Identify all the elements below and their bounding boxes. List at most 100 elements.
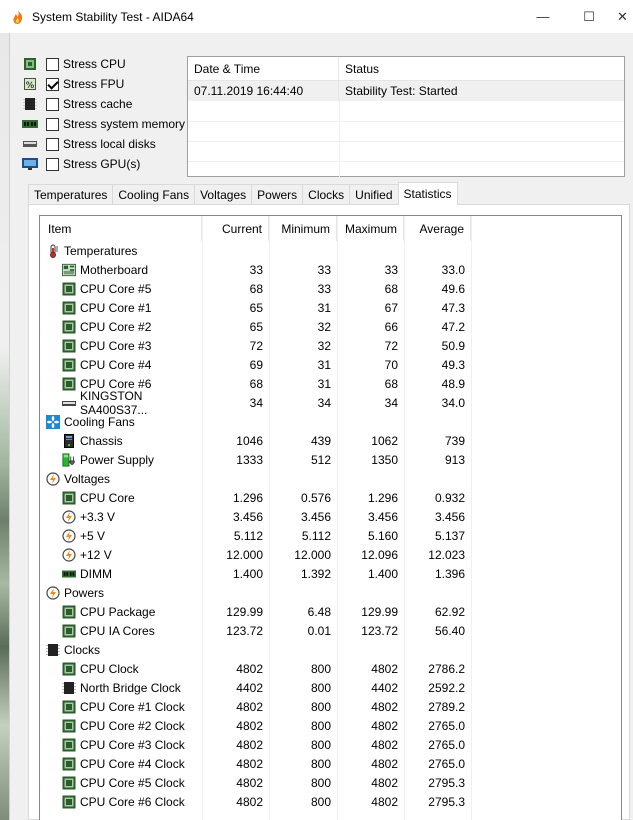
tab-cooling-fans[interactable]: Cooling Fans [112, 184, 196, 205]
average-value: 2765.0 [428, 737, 465, 752]
table-row[interactable]: CPU Core #2 65 32 66 47.2 [40, 317, 621, 336]
average-value: 913 [444, 452, 465, 467]
average-value: 12.023 [428, 547, 465, 562]
average-column-header[interactable]: Average [404, 216, 471, 241]
current-value: 129.99 [226, 604, 263, 619]
item-column-header[interactable]: Item [40, 216, 202, 241]
table-row[interactable]: CPU Clock 4802 800 4802 2786.2 [40, 659, 621, 678]
column-divider [269, 216, 270, 820]
category-row[interactable]: Clocks [40, 640, 621, 659]
table-row[interactable]: North Bridge Clock 4402 800 4402 2592.2 [40, 678, 621, 697]
table-row[interactable]: CPU Core #4 Clock 4802 800 4802 2765.0 [40, 754, 621, 773]
stress-checkbox[interactable] [46, 57, 59, 71]
maximum-value: 72 [384, 338, 398, 353]
stress-option[interactable]: Stress CPU [22, 54, 185, 74]
current-value: 3.456 [232, 509, 263, 524]
column-divider [339, 81, 340, 177]
stress-option-label: Stress local disks [63, 137, 156, 151]
table-row[interactable]: Chassis 1046 439 1062 739 [40, 431, 621, 450]
stress-option[interactable]: Stress GPU(s) [22, 154, 185, 174]
datetime-column-header[interactable]: Date & Time [188, 57, 339, 80]
average-value: 33.0 [441, 262, 465, 277]
current-column-header[interactable]: Current [202, 216, 269, 241]
clock-chip-icon [62, 681, 76, 695]
item-cell: CPU Core #4 [40, 358, 202, 372]
minimize-button[interactable]: — [520, 0, 566, 33]
table-row[interactable]: CPU Core #1 65 31 67 47.3 [40, 298, 621, 317]
table-row[interactable]: CPU Package 129.99 6.48 129.99 62.92 [40, 602, 621, 621]
table-row[interactable]: CPU Core #1 Clock 4802 800 4802 2789.2 [40, 697, 621, 716]
stress-checkbox[interactable] [46, 137, 59, 151]
maximum-value: 68 [384, 281, 398, 296]
average-value: 2765.0 [428, 718, 465, 733]
table-row[interactable]: Power Supply 1333 512 1350 913 [40, 450, 621, 469]
row-divider [188, 141, 624, 142]
minimum-value: 512 [310, 452, 331, 467]
table-row[interactable]: CPU Core #5 68 33 68 49.6 [40, 279, 621, 298]
item-label: +5 V [80, 528, 106, 543]
maximum-value: 4802 [371, 699, 398, 714]
table-row[interactable]: CPU Core #3 Clock 4802 800 4802 2765.0 [40, 735, 621, 754]
gpu-icon [22, 157, 38, 171]
category-row[interactable]: Temperatures [40, 241, 621, 260]
status-log-table[interactable]: Date & Time Status 07.11.2019 16:44:40 S… [187, 56, 625, 177]
voltage-icon [46, 585, 60, 600]
item-cell: +12 V [40, 548, 202, 562]
statistics-grid[interactable]: Item Current Minimum Maximum Average Tem… [39, 215, 622, 820]
maximum-value: 68 [384, 376, 398, 391]
category-row[interactable]: Voltages [40, 469, 621, 488]
stress-checkbox[interactable] [46, 97, 59, 111]
minimum-column-header[interactable]: Minimum [269, 216, 337, 241]
table-row[interactable]: CPU Core #5 Clock 4802 800 4802 2795.3 [40, 773, 621, 792]
title-bar[interactable]: System Stability Test - AIDA64 — ☐ ✕ [0, 0, 633, 33]
minimum-value: 800 [310, 794, 331, 809]
tab-strip: Temperatures Cooling Fans Voltages Powers Cl… [28, 182, 458, 205]
average-value: 49.3 [441, 357, 465, 372]
svg-text:%: % [26, 81, 35, 91]
stress-option[interactable]: Stress local disks [22, 134, 185, 154]
item-label: Motherboard [80, 262, 149, 277]
minimum-value: 31 [317, 300, 331, 315]
category-row[interactable]: Powers [40, 583, 621, 602]
memory-icon [22, 117, 38, 131]
table-row[interactable]: CPU Core #6 Clock 4802 800 4802 2795.3 [40, 792, 621, 811]
tab-powers[interactable]: Powers [251, 184, 304, 205]
category-row[interactable]: Cooling Fans [40, 412, 621, 431]
table-row[interactable]: CPU IA Cores 123.72 0.01 123.72 56.40 [40, 621, 621, 640]
stress-checkbox[interactable] [46, 117, 59, 131]
item-label: CPU Core #4 [80, 357, 152, 372]
log-status: Stability Test: Started [345, 84, 458, 98]
status-log-row[interactable]: 07.11.2019 16:44:40 Stability Test: Star… [188, 81, 624, 101]
table-row[interactable]: Motherboard 33 33 33 33.0 [40, 260, 621, 279]
tab-voltages[interactable]: Voltages [194, 184, 253, 205]
average-value: 62.92 [434, 604, 465, 619]
item-cell: CPU Core #5 Clock [40, 776, 202, 790]
stress-option[interactable]: % Stress FPU [22, 74, 185, 94]
tab-temperatures[interactable]: Temperatures [28, 184, 114, 205]
table-row[interactable]: +12 V 12.000 12.000 12.096 12.023 [40, 545, 621, 564]
grid-header: Item Current Minimum Maximum Average [40, 216, 621, 241]
table-row[interactable]: +3.3 V 3.456 3.456 3.456 3.456 [40, 507, 621, 526]
tab-unified[interactable]: Unified [349, 184, 399, 205]
stress-checkbox[interactable] [46, 157, 59, 171]
maximize-button[interactable]: ☐ [566, 0, 612, 33]
status-column-header[interactable]: Status [339, 57, 624, 80]
maximum-column-header[interactable]: Maximum [337, 216, 404, 241]
average-value: 5.137 [434, 528, 465, 543]
tab-clocks[interactable]: Clocks [302, 184, 351, 205]
table-row[interactable]: +5 V 5.112 5.112 5.160 5.137 [40, 526, 621, 545]
stress-option[interactable]: Stress cache [22, 94, 185, 114]
stress-checkbox[interactable] [46, 77, 59, 91]
close-button[interactable]: ✕ [612, 0, 633, 33]
table-row[interactable]: CPU Core #4 69 31 70 49.3 [40, 355, 621, 374]
table-row[interactable]: CPU Core 1.296 0.576 1.296 0.932 [40, 488, 621, 507]
maximum-value: 1350 [371, 452, 398, 467]
average-value: 49.6 [441, 281, 465, 296]
table-row[interactable]: CPU Core #2 Clock 4802 800 4802 2765.0 [40, 716, 621, 735]
table-row[interactable]: CPU Core #3 72 32 72 50.9 [40, 336, 621, 355]
table-row[interactable]: DIMM 1.400 1.392 1.400 1.396 [40, 564, 621, 583]
item-label: CPU Package [80, 604, 156, 619]
tab-statistics[interactable]: Statistics [397, 182, 458, 205]
stress-option[interactable]: Stress system memory [22, 114, 185, 134]
table-row[interactable]: KINGSTON SA400S37... 34 34 34 34.0 [40, 389, 621, 417]
